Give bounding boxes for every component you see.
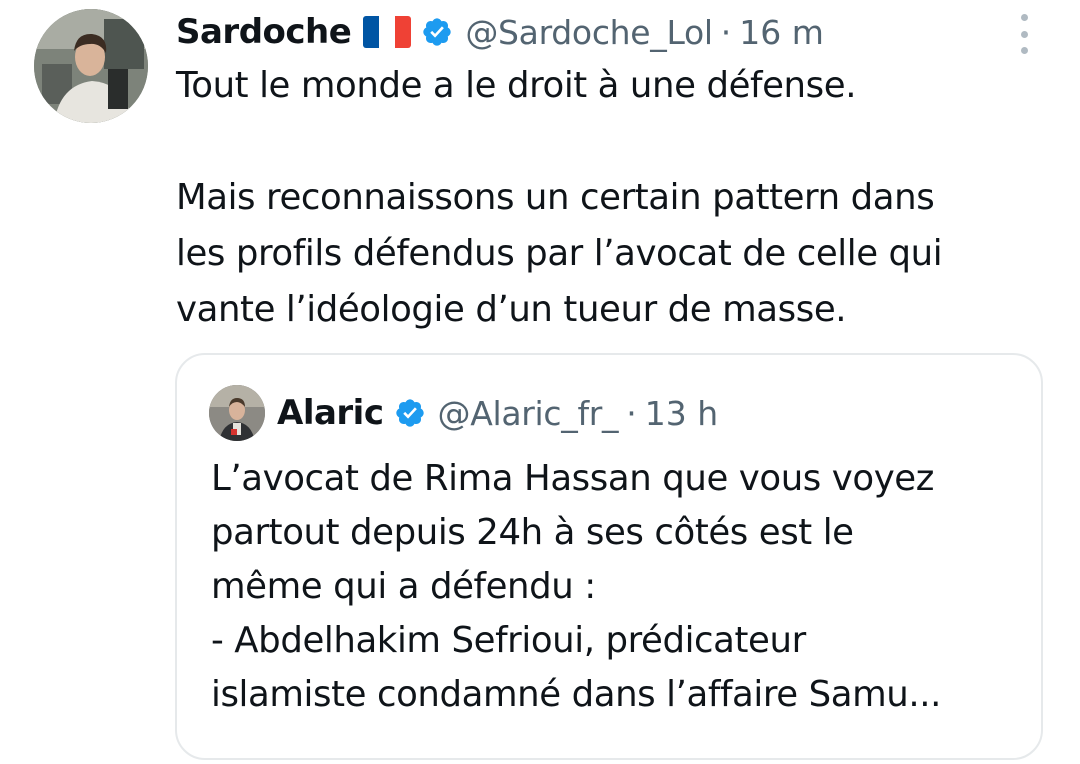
france-flag-icon — [363, 16, 412, 48]
tweet-text-line: les profils défendus par l’avocat de cel… — [176, 233, 943, 274]
quoted-author-display-name[interactable]: Alaric — [277, 393, 384, 433]
quoted-text-line: partout depuis 24h à ses côtés est le — [211, 512, 854, 553]
quoted-tweet-header: Alaric @Alaric_fr_ · 13 h — [209, 385, 718, 441]
quoted-text-line: islamiste condamné dans l’affaire Samu..… — [211, 674, 942, 715]
separator-dot: · — [720, 12, 732, 52]
quoted-tweet-timestamp[interactable]: 13 h — [645, 394, 718, 433]
tweet-timestamp[interactable]: 16 m — [739, 13, 824, 52]
quoted-author-avatar[interactable] — [209, 385, 265, 441]
author-handle[interactable]: @Sardoche_Lol — [465, 13, 713, 52]
verified-badge-icon — [421, 16, 453, 48]
quoted-text-line: L’avocat de Rima Hassan que vous voyez — [211, 458, 934, 499]
author-avatar[interactable] — [34, 9, 148, 123]
tweet-text: Tout le monde a le droit à une défense. … — [176, 58, 1056, 338]
separator-dot: · — [626, 393, 637, 433]
quoted-text-line: - Abdelhakim Sefrioui, prédicateur — [211, 620, 806, 661]
quoted-tweet-card[interactable]: Alaric @Alaric_fr_ · 13 h L’avocat de Ri… — [175, 353, 1043, 760]
quoted-author-handle[interactable]: @Alaric_fr_ — [438, 394, 619, 433]
more-vertical-icon[interactable] — [1012, 14, 1036, 54]
quoted-tweet-text: L’avocat de Rima Hassan que vous voyez p… — [211, 452, 1031, 722]
quoted-text-line: même qui a défendu : — [211, 566, 596, 607]
tweet-header: Sardoche @Sardoche_Lol · 16 m — [176, 8, 824, 56]
tweet[interactable]: Sardoche @Sardoche_Lol · 16 m Tout le mo… — [0, 0, 1080, 764]
tweet-text-line: Tout le monde a le droit à une défense. — [176, 65, 857, 106]
tweet-text-line: vante l’idéologie d’un tueur de masse. — [176, 289, 847, 330]
author-display-name[interactable]: Sardoche — [176, 12, 352, 52]
tweet-text-line: Mais reconnaissons un certain pattern da… — [176, 177, 935, 218]
verified-badge-icon — [394, 397, 426, 429]
